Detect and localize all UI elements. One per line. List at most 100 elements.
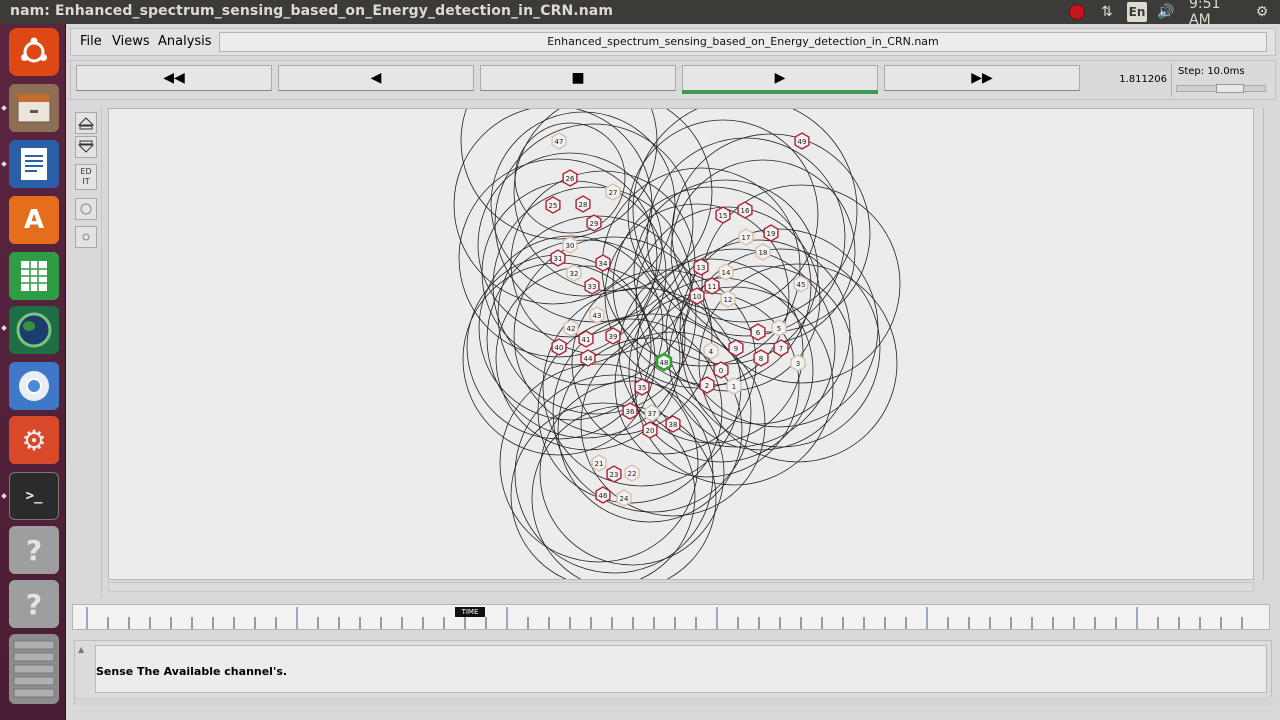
node-32[interactable]: 32 xyxy=(566,264,582,282)
node-20[interactable]: 20 xyxy=(642,421,658,439)
globe-icon[interactable] xyxy=(9,306,59,354)
node-34[interactable]: 34 xyxy=(595,254,611,272)
rewind-button[interactable]: ◀◀ xyxy=(76,65,272,91)
node-40[interactable]: 40 xyxy=(551,338,567,356)
node-37[interactable]: 37 xyxy=(644,404,660,422)
node-27[interactable]: 27 xyxy=(605,183,621,201)
node-label: 43 xyxy=(593,312,602,320)
node-14[interactable]: 14 xyxy=(718,263,734,281)
fast-forward-button[interactable]: ▶▶ xyxy=(884,65,1080,91)
help-icon[interactable]: ? xyxy=(9,526,59,574)
chrome-icon[interactable] xyxy=(9,362,59,410)
node-13[interactable]: 13 xyxy=(693,258,709,276)
node-26[interactable]: 26 xyxy=(562,169,578,187)
menu-analysis[interactable]: Analysis xyxy=(158,34,212,49)
node-circle-icon[interactable] xyxy=(75,198,97,220)
node-43[interactable]: 43 xyxy=(589,306,605,324)
node-46[interactable]: 46 xyxy=(595,486,611,504)
menu-file[interactable]: File xyxy=(80,34,102,49)
network-icon[interactable]: ⇅ xyxy=(1096,2,1118,22)
annotation-scroll-up-icon[interactable]: ▲ xyxy=(78,645,88,693)
node-18[interactable]: 18 xyxy=(755,243,771,261)
node-3[interactable]: 3 xyxy=(790,354,806,372)
language-indicator[interactable]: En xyxy=(1127,2,1147,22)
timeline-marker[interactable]: TIME xyxy=(455,607,485,617)
node-31[interactable]: 31 xyxy=(550,249,566,267)
node-label: 12 xyxy=(724,296,733,304)
volume-icon[interactable]: 🔊 xyxy=(1155,2,1177,22)
menu-views[interactable]: Views xyxy=(112,34,150,49)
node-21[interactable]: 21 xyxy=(591,454,607,472)
software-center-icon[interactable]: A xyxy=(9,196,59,244)
node-9[interactable]: 9 xyxy=(728,339,744,357)
settings-gear-icon[interactable]: ⚙ xyxy=(1252,2,1272,22)
clock[interactable]: 9:51 AM xyxy=(1189,0,1245,28)
node-label: 2 xyxy=(705,382,709,390)
node-30[interactable]: 30 xyxy=(562,236,578,254)
node-29[interactable]: 29 xyxy=(586,214,602,232)
annotation-scrollbar[interactable] xyxy=(75,697,1273,705)
play-button[interactable]: ▶ xyxy=(682,65,878,91)
node-2[interactable]: 2 xyxy=(699,376,715,394)
node-0[interactable]: 0 xyxy=(713,361,729,379)
node-25[interactable]: 25 xyxy=(545,196,561,214)
node-39[interactable]: 39 xyxy=(605,327,621,345)
ubuntu-dash-icon[interactable] xyxy=(9,28,59,76)
node-28[interactable]: 28 xyxy=(575,195,591,213)
node-33[interactable]: 33 xyxy=(584,277,600,295)
node-5[interactable]: 5 xyxy=(771,319,787,337)
help-icon[interactable]: ? xyxy=(9,580,59,628)
node-label: 17 xyxy=(742,234,751,242)
node-8[interactable]: 8 xyxy=(753,349,769,367)
record-indicator-icon[interactable] xyxy=(1066,2,1088,22)
node-16[interactable]: 16 xyxy=(737,201,753,219)
canvas-vertical-scrollbar[interactable] xyxy=(1254,108,1264,580)
calc-icon[interactable] xyxy=(9,252,59,300)
node-label: 3 xyxy=(796,360,800,368)
node-44[interactable]: 44 xyxy=(580,349,596,367)
node-7[interactable]: 7 xyxy=(773,339,789,357)
node-38[interactable]: 38 xyxy=(665,415,681,433)
timeline-slider[interactable]: TIME xyxy=(72,604,1270,630)
node-label: 13 xyxy=(697,264,706,272)
node-label: 19 xyxy=(767,230,776,238)
node-15[interactable]: 15 xyxy=(715,206,731,224)
stack-icon[interactable] xyxy=(9,634,59,704)
node-35[interactable]: 35 xyxy=(634,378,650,396)
node-41[interactable]: 41 xyxy=(578,330,594,348)
step-back-button[interactable]: ◀ xyxy=(278,65,474,91)
zoom-out-icon[interactable] xyxy=(75,136,97,158)
canvas-horizontal-scrollbar[interactable] xyxy=(108,582,1254,592)
launcher-running-pip xyxy=(1,493,7,499)
stop-button[interactable]: ■ xyxy=(480,65,676,91)
node-48[interactable]: 48 xyxy=(655,352,673,372)
node-45[interactable]: 45 xyxy=(793,275,809,293)
node-23[interactable]: 23 xyxy=(606,465,622,483)
node-42[interactable]: 42 xyxy=(563,319,579,337)
node-12[interactable]: 12 xyxy=(720,290,736,308)
node-47[interactable]: 47 xyxy=(551,132,567,150)
node-22[interactable]: 22 xyxy=(624,464,640,482)
node-10[interactable]: 10 xyxy=(689,287,705,305)
node-49[interactable]: 49 xyxy=(794,132,810,150)
writer-icon[interactable] xyxy=(9,140,59,188)
node-small-circle-icon[interactable] xyxy=(75,226,97,248)
node-24[interactable]: 24 xyxy=(616,489,632,507)
files-icon[interactable] xyxy=(9,84,59,132)
node-label: 15 xyxy=(719,212,728,220)
network-canvas[interactable]: 47 49 26 27 25 28 29 15 16 17 19 18 30 31 32 34 33 13 14 10… xyxy=(108,108,1254,580)
node-6[interactable]: 6 xyxy=(750,323,766,341)
node-label: 21 xyxy=(595,460,604,468)
node-4[interactable]: 4 xyxy=(703,342,719,360)
node-label: 29 xyxy=(590,220,599,228)
node-11[interactable]: 11 xyxy=(704,277,720,295)
step-slider-thumb[interactable] xyxy=(1216,84,1244,93)
node-36[interactable]: 36 xyxy=(622,402,638,420)
node-1[interactable]: 1 xyxy=(726,377,742,395)
settings-icon[interactable]: ⚙ xyxy=(9,416,59,464)
edit-button[interactable]: ED IT xyxy=(75,164,97,190)
zoom-in-icon[interactable] xyxy=(75,112,97,134)
terminal-icon[interactable]: >_ xyxy=(9,472,59,520)
node-19[interactable]: 19 xyxy=(763,224,779,242)
node-17[interactable]: 17 xyxy=(738,228,754,246)
